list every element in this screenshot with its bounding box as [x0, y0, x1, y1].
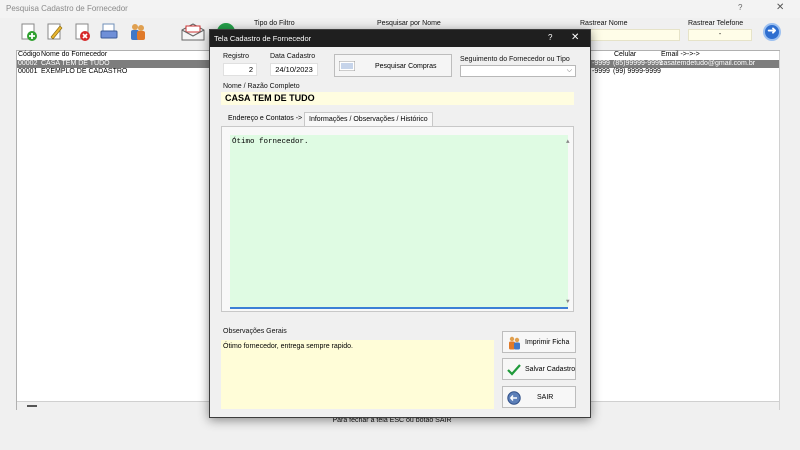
- main-help-button[interactable]: ?: [738, 3, 742, 12]
- grid-vertical-scrollbar[interactable]: [779, 51, 787, 410]
- edit-icon[interactable]: [45, 22, 65, 42]
- registro-field[interactable]: 2: [223, 63, 257, 76]
- print-record-button[interactable]: Imprimir Ficha: [502, 331, 576, 353]
- search-go-button[interactable]: ➜: [763, 23, 781, 41]
- main-window-title: Pesquisa Cadastro de Fornecedor: [6, 4, 128, 13]
- chevron-down-icon: ⌵: [566, 67, 572, 74]
- email-icon[interactable]: [180, 22, 206, 42]
- grid-header-email[interactable]: Email ->->->: [661, 51, 700, 58]
- tab-endereco[interactable]: Endereço e Contatos ->: [224, 112, 306, 126]
- info-tab-panel: Ótimo fornecedor. ▲ ▼: [221, 126, 574, 312]
- checkmark-icon: [507, 364, 521, 376]
- info-text: Ótimo fornecedor.: [232, 138, 309, 146]
- track-phone-input[interactable]: -: [688, 29, 752, 41]
- print-record-label: Imprimir Ficha: [525, 339, 570, 346]
- search-purchases-button[interactable]: Pesquisar Compras: [334, 54, 452, 77]
- main-titlebar: Pesquisa Cadastro de Fornecedor ? ✕: [0, 0, 800, 18]
- tab-informacoes[interactable]: Informações / Observações / Histórico: [304, 112, 433, 126]
- dialog-help-button[interactable]: ?: [548, 33, 552, 42]
- row-name: CASA TEM DE TUDO: [41, 60, 110, 67]
- search-name-label: Pesquisar por Nome: [377, 20, 441, 27]
- supplier-dialog: Tela Cadastro de Fornecedor ? ✕ Registro…: [209, 29, 591, 418]
- scroll-up-icon[interactable]: ▲: [566, 138, 570, 145]
- grid-header-code[interactable]: Código: [18, 51, 40, 58]
- exit-button[interactable]: SAIR: [502, 386, 576, 408]
- segment-select[interactable]: ⌵: [460, 65, 576, 77]
- registro-label: Registro: [223, 53, 250, 60]
- scroll-thumb[interactable]: [27, 405, 37, 407]
- data-cadastro-label: Data Cadastro: [270, 53, 316, 60]
- row-code: 00001: [18, 68, 38, 75]
- info-textarea[interactable]: Ótimo fornecedor. ▲ ▼: [230, 135, 570, 309]
- users-icon: [509, 336, 520, 350]
- back-arrow-icon: [507, 391, 521, 405]
- delete-icon[interactable]: [73, 22, 93, 42]
- nome-field[interactable]: CASA TEM DE TUDO: [221, 92, 574, 105]
- footer-note: Para fechar a tela ESC ou botão SAIR: [332, 417, 452, 424]
- save-record-label: Salvar Cadastro: [525, 366, 576, 373]
- search-purchases-label: Pesquisar Compras: [375, 63, 437, 70]
- segment-label: Seguimento do Fornecedor ou Tipo: [460, 56, 570, 63]
- scroll-down-icon[interactable]: ▼: [566, 298, 570, 305]
- grid-header-name[interactable]: Nome do Fornecedor: [41, 51, 107, 58]
- nome-label: Nome / Razão Completo: [223, 83, 300, 90]
- filter-type-label: Tipo do Filtro: [254, 20, 295, 27]
- row-email: casatemdetudo@gmail.com.br: [660, 60, 756, 67]
- main-close-button[interactable]: ✕: [776, 2, 784, 13]
- track-name-input[interactable]: [580, 29, 680, 41]
- row-code: 00002: [18, 60, 38, 67]
- obs-label: Observações Gerais: [223, 328, 287, 335]
- print-icon[interactable]: [99, 22, 119, 42]
- dialog-title: Tela Cadastro de Fornecedor: [214, 34, 312, 43]
- dialog-titlebar[interactable]: Tela Cadastro de Fornecedor ? ✕: [210, 30, 590, 47]
- data-cadastro-field[interactable]: 24/10/2023: [270, 63, 318, 76]
- save-record-button[interactable]: Salvar Cadastro: [502, 358, 576, 380]
- row-tel: -9999: [592, 60, 610, 67]
- row-name: EXEMPLO DE CADASTRO: [41, 68, 128, 75]
- new-document-icon[interactable]: [19, 22, 39, 42]
- grid-header-cel[interactable]: Celular: [614, 51, 636, 58]
- obs-text: Ótimo fornecedor, entrega sempre rapido.: [223, 343, 353, 350]
- row-cel: (85)99999-9999: [613, 60, 663, 67]
- dialog-close-button[interactable]: ✕: [571, 32, 579, 43]
- track-phone-label: Rastrear Telefone: [688, 20, 744, 27]
- obs-textarea[interactable]: Ótimo fornecedor, entrega sempre rapido.: [221, 340, 494, 409]
- list-icon: [339, 61, 355, 71]
- track-name-label: Rastrear Nome: [580, 20, 628, 27]
- row-cel: (99) 9999-9999: [613, 68, 661, 75]
- users-icon[interactable]: [127, 22, 147, 42]
- exit-label: SAIR: [537, 394, 554, 401]
- row-tel: -9999: [592, 68, 610, 75]
